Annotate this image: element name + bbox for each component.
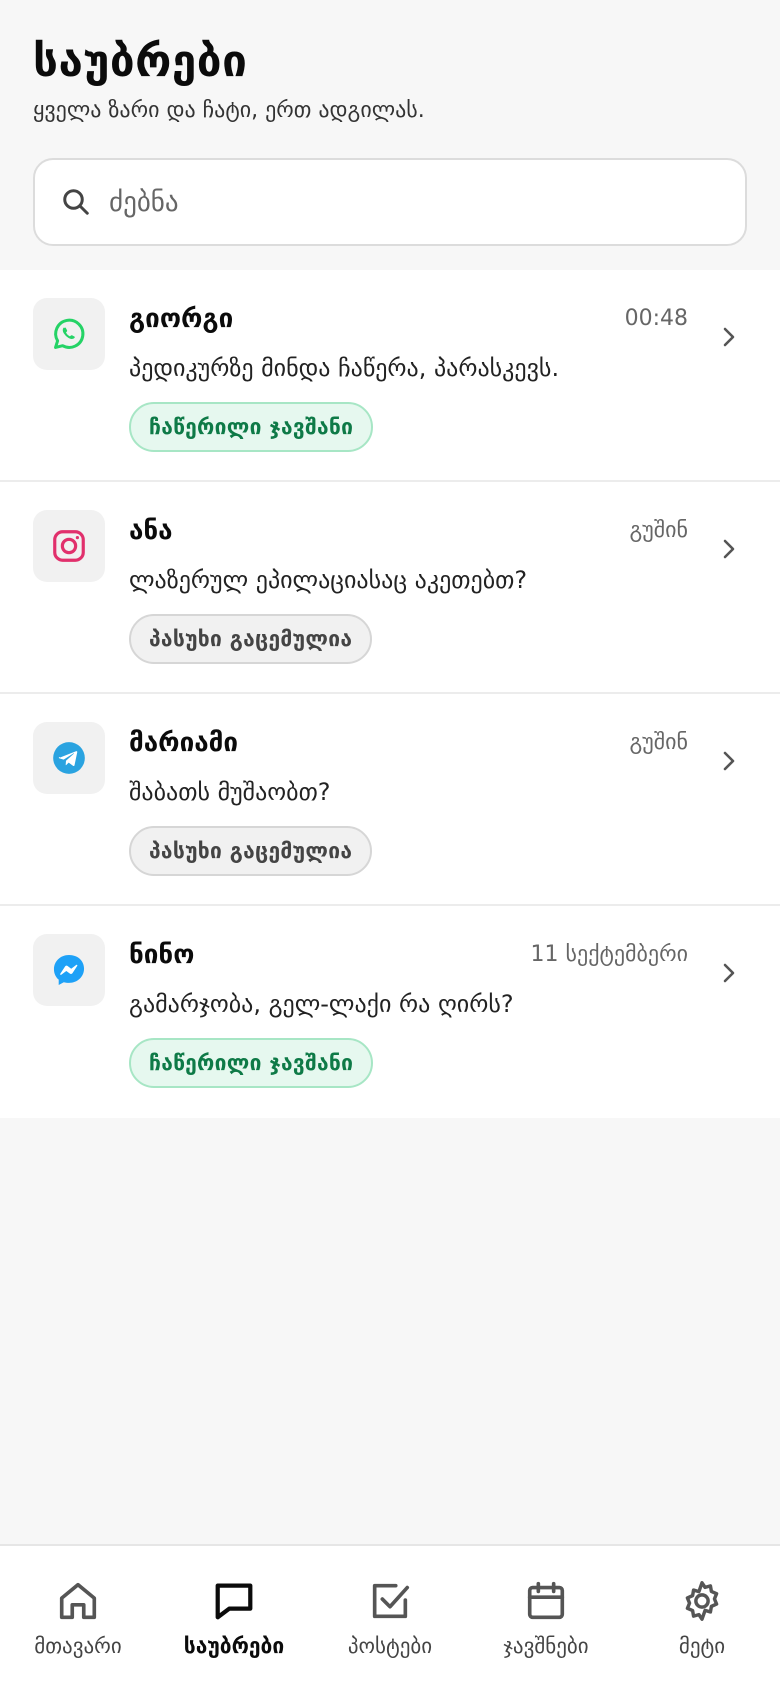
contact-name: ნინო — [129, 940, 195, 970]
home-icon — [53, 1576, 103, 1626]
nav-item-chats[interactable]: საუბრები — [156, 1576, 312, 1658]
message-time: გუშინ — [629, 730, 688, 755]
status-badge: პასუხი გაცემულია — [129, 826, 373, 876]
whatsapp-icon — [33, 298, 105, 370]
status-badge: პასუხი გაცემულია — [129, 614, 373, 664]
nav-label: საუბრები — [183, 1634, 285, 1658]
chevron-right-icon — [718, 322, 740, 352]
nav-label: პოსტები — [347, 1634, 433, 1658]
chevron-right-icon — [718, 534, 740, 564]
conversation-row[interactable]: გიორგი 00:48 პედიკურზე მინდა ჩაწერა, პარ… — [0, 270, 780, 482]
nav-item-bookings[interactable]: ჯავშნები — [468, 1576, 624, 1658]
messenger-icon — [33, 934, 105, 1006]
nav-item-posts[interactable]: პოსტები — [312, 1576, 468, 1658]
nav-label: ჯავშნები — [503, 1634, 589, 1658]
nav-label: მეტი — [678, 1634, 726, 1658]
conversation-row[interactable]: ნინო 11 სექტემბერი გამარჯობა, გელ-ლაქი რ… — [0, 906, 780, 1118]
nav-item-more[interactable]: მეტი — [624, 1576, 780, 1658]
message-preview: ლაზერულ ეპილაციასაც აკეთებთ? — [129, 566, 528, 594]
nav-label: მთავარი — [34, 1634, 122, 1658]
header: საუბრები ყველა ზარი და ჩატი, ერთ ადგილას… — [0, 0, 780, 126]
conversation-row[interactable]: ანა გუშინ ლაზერულ ეპილაციასაც აკეთებთ? პ… — [0, 482, 780, 694]
conversation-list: გიორგი 00:48 პედიკურზე მინდა ჩაწერა, პარ… — [0, 270, 780, 1118]
contact-name: მარიამი — [129, 728, 239, 758]
chat-icon — [209, 1576, 259, 1626]
page-title: საუბრები — [33, 36, 248, 87]
instagram-icon — [33, 510, 105, 582]
message-preview: გამარჯობა, გელ-ლაქი რა ღირს? — [129, 990, 514, 1018]
message-preview: პედიკურზე მინდა ჩაწერა, პარასკევს. — [129, 354, 560, 382]
telegram-icon — [33, 722, 105, 794]
page-subtitle: ყველა ზარი და ჩატი, ერთ ადგილას. — [33, 98, 425, 123]
nav-item-home[interactable]: მთავარი — [0, 1576, 156, 1658]
gear-icon — [677, 1576, 727, 1626]
conversation-row[interactable]: მარიამი გუშინ შაბათს მუშაობთ? პასუხი გაც… — [0, 694, 780, 906]
contact-name: გიორგი — [129, 304, 234, 334]
search-icon — [61, 187, 91, 217]
message-preview: შაბათს მუშაობთ? — [129, 778, 331, 806]
status-badge: ჩაწერილი ჯავშანი — [129, 1038, 374, 1088]
bottom-nav: მთავარი საუბრები პოსტები ჯავშნები მეტი — [0, 1544, 780, 1688]
search-input[interactable] — [109, 186, 719, 218]
contact-name: ანა — [129, 516, 173, 546]
checkbox-icon — [365, 1576, 415, 1626]
calendar-icon — [521, 1576, 571, 1626]
chevron-right-icon — [718, 746, 740, 776]
message-time: გუშინ — [629, 518, 688, 543]
search-bar[interactable] — [33, 158, 747, 246]
message-time: 00:48 — [624, 306, 688, 331]
message-time: 11 სექტემბერი — [530, 942, 688, 967]
chevron-right-icon — [718, 958, 740, 988]
status-badge: ჩაწერილი ჯავშანი — [129, 402, 374, 452]
